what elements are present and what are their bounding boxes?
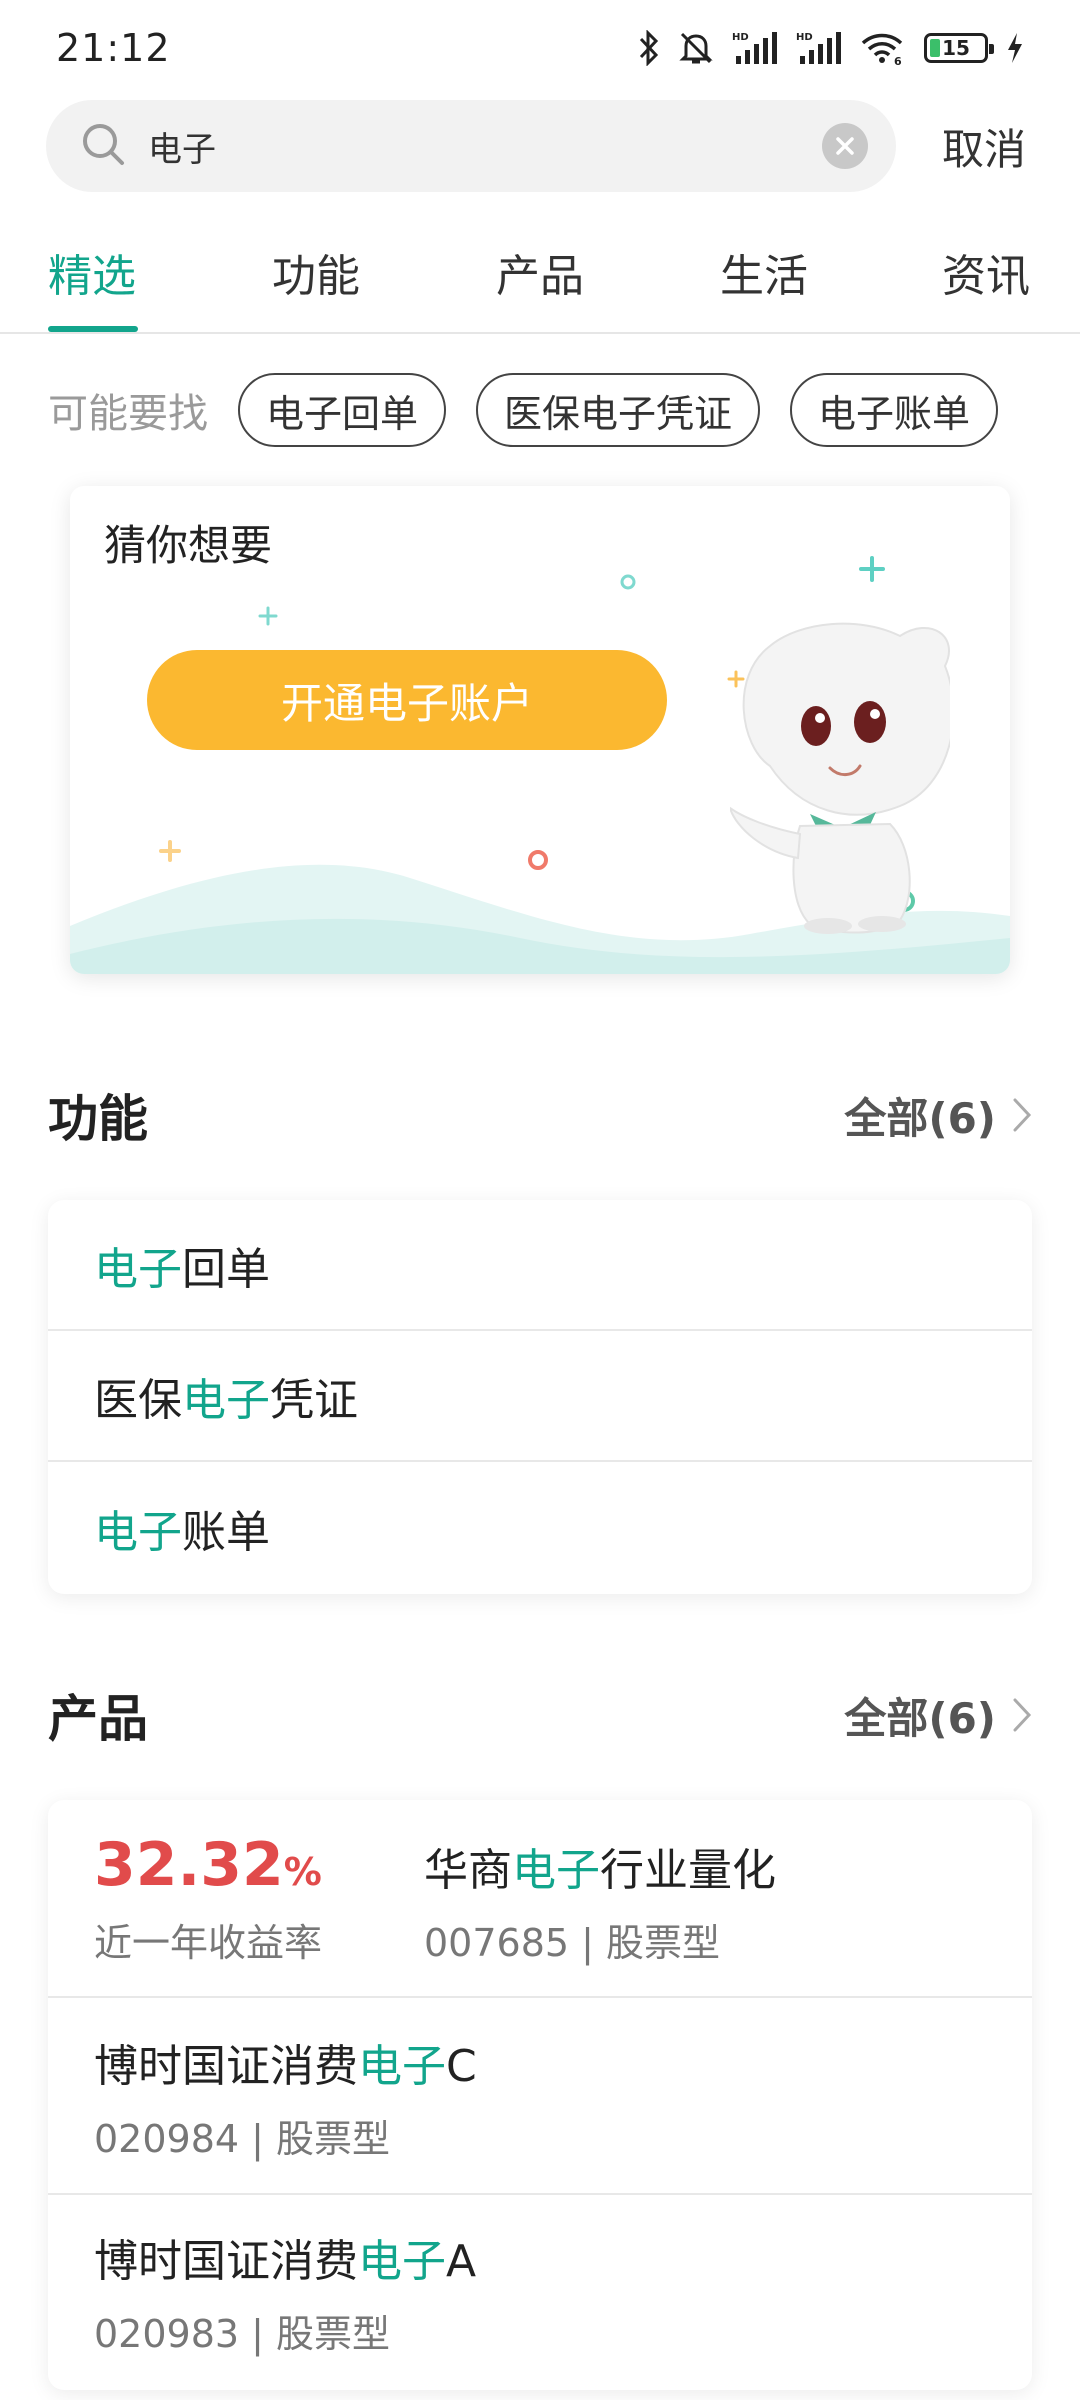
rate-unit: % [283,1850,322,1894]
bell-muted-icon [678,30,714,66]
name-post: C [446,2041,477,2092]
active-tab-indicator [48,326,138,332]
product-name: 博时国证消费电子C [94,2030,477,2094]
name-highlight: 电子 [358,2236,446,2287]
product-meta: 020984 | 股票型 [94,2117,391,2161]
wifi-icon: 6 [860,30,906,66]
battery-icon: 15 [924,33,994,63]
name-post: 行业量化 [600,1845,776,1896]
search-input[interactable] [148,126,822,166]
rate-label: 近一年收益率 [94,1921,323,1965]
name-highlight: 电子 [512,1845,600,1896]
cancel-button[interactable]: 取消 [942,116,1026,177]
item-text-highlight: 电子 [182,1374,270,1426]
tab-featured[interactable]: 精选 [48,240,136,304]
product-meta: 020983 | 股票型 [94,2312,391,2356]
tab-news[interactable]: 资讯 [942,240,1030,304]
suggestion-chip[interactable]: 电子账单 [790,373,999,447]
item-text-post: 凭证 [270,1374,358,1426]
tab-functions[interactable]: 功能 [272,240,360,304]
product-name: 华商电子行业量化 [424,1834,776,1898]
suggestion-chip[interactable]: 医保电子凭证 [476,373,761,447]
suggestion-label: 可能要找 [48,391,208,437]
function-item-e-receipt[interactable]: 电子 回单 [48,1200,1032,1331]
product-item[interactable]: 博时国证消费电子A 020983 | 股票型 [48,2195,1032,2390]
functions-view-all-button[interactable]: 全部(6) [844,1085,1032,1146]
battery-level: 15 [942,36,970,60]
functions-list: 电子 回单 医保 电子 凭证 电子 账单 [48,1200,1032,1594]
suggestion-row: 可能要找 电子回单 医保电子凭证 电子账单 [48,372,1028,448]
close-icon [836,137,854,155]
product-rate-block: 32.32% 近一年收益率 [94,1830,322,1967]
product-info: 博时国证消费电子A 020983 | 股票型 [94,2225,476,2358]
product-meta: 007685 | 股票型 [424,1921,721,1965]
rate-value: 32.32 [94,1830,284,1900]
svg-text:6: 6 [894,55,902,66]
products-section-header: 产品 全部(6) [48,1680,1032,1750]
clear-search-button[interactable] [822,123,868,169]
signal-hd-icon: HD [796,30,842,66]
guess-card: 猜你想要 开通电子账户 [70,486,1010,974]
products-view-all-button[interactable]: 全部(6) [844,1685,1032,1746]
functions-section-header: 功能 全部(6) [48,1080,1032,1150]
bluetooth-icon [638,30,660,66]
name-pre: 博时国证消费 [94,2236,358,2287]
item-text-highlight: 电子 [94,1506,182,1558]
search-row: 取消 [46,100,1036,192]
chevron-right-icon [1013,1698,1032,1732]
product-item[interactable]: 32.32% 近一年收益率 华商电子行业量化 007685 | 股票型 [48,1800,1032,1998]
tab-bar: 精选 功能 产品 生活 资讯 [0,220,1080,334]
mascot-illustration [730,622,950,934]
item-text-post: 回单 [182,1243,270,1295]
suggestion-chip[interactable]: 电子回单 [238,373,447,447]
product-info: 华商电子行业量化 007685 | 股票型 [424,1834,776,1967]
products-list: 32.32% 近一年收益率 华商电子行业量化 007685 | 股票型 博时国证… [48,1800,1032,2390]
guess-title: 猜你想要 [104,521,273,570]
item-text-pre: 医保 [94,1374,182,1426]
product-name: 博时国证消费电子A [94,2225,476,2289]
status-time: 21:12 [56,26,171,70]
function-item-medical-voucher[interactable]: 医保 电子 凭证 [48,1331,1032,1462]
svg-text:HD: HD [732,32,749,43]
item-text-post: 账单 [182,1506,270,1558]
open-account-button[interactable]: 开通电子账户 [147,650,667,750]
name-post: A [446,2236,477,2287]
name-highlight: 电子 [358,2041,446,2092]
svg-text:HD: HD [796,32,813,43]
functions-section-title: 功能 [48,1090,148,1148]
product-item[interactable]: 博时国证消费电子C 020984 | 股票型 [48,1998,1032,2195]
name-pre: 华商 [424,1845,512,1896]
product-rate: 32.32% [94,1830,322,1900]
view-all-label: 全部(6) [844,1093,996,1143]
status-icons: HD HD 6 15 [638,30,1024,66]
function-item-e-bill[interactable]: 电子 账单 [48,1462,1032,1593]
signal-hd-icon: HD [732,30,778,66]
search-icon [80,121,126,171]
view-all-label: 全部(6) [844,1693,996,1743]
tab-products[interactable]: 产品 [496,240,584,304]
status-bar: 21:12 HD HD 6 15 [0,0,1080,96]
name-pre: 博时国证消费 [94,2041,358,2092]
charging-icon [1006,32,1024,64]
search-box[interactable] [46,100,896,192]
item-text-highlight: 电子 [94,1243,182,1295]
product-info: 博时国证消费电子C 020984 | 股票型 [94,2030,477,2163]
tab-life[interactable]: 生活 [720,240,808,304]
products-section-title: 产品 [48,1690,148,1748]
chevron-right-icon [1013,1098,1032,1132]
